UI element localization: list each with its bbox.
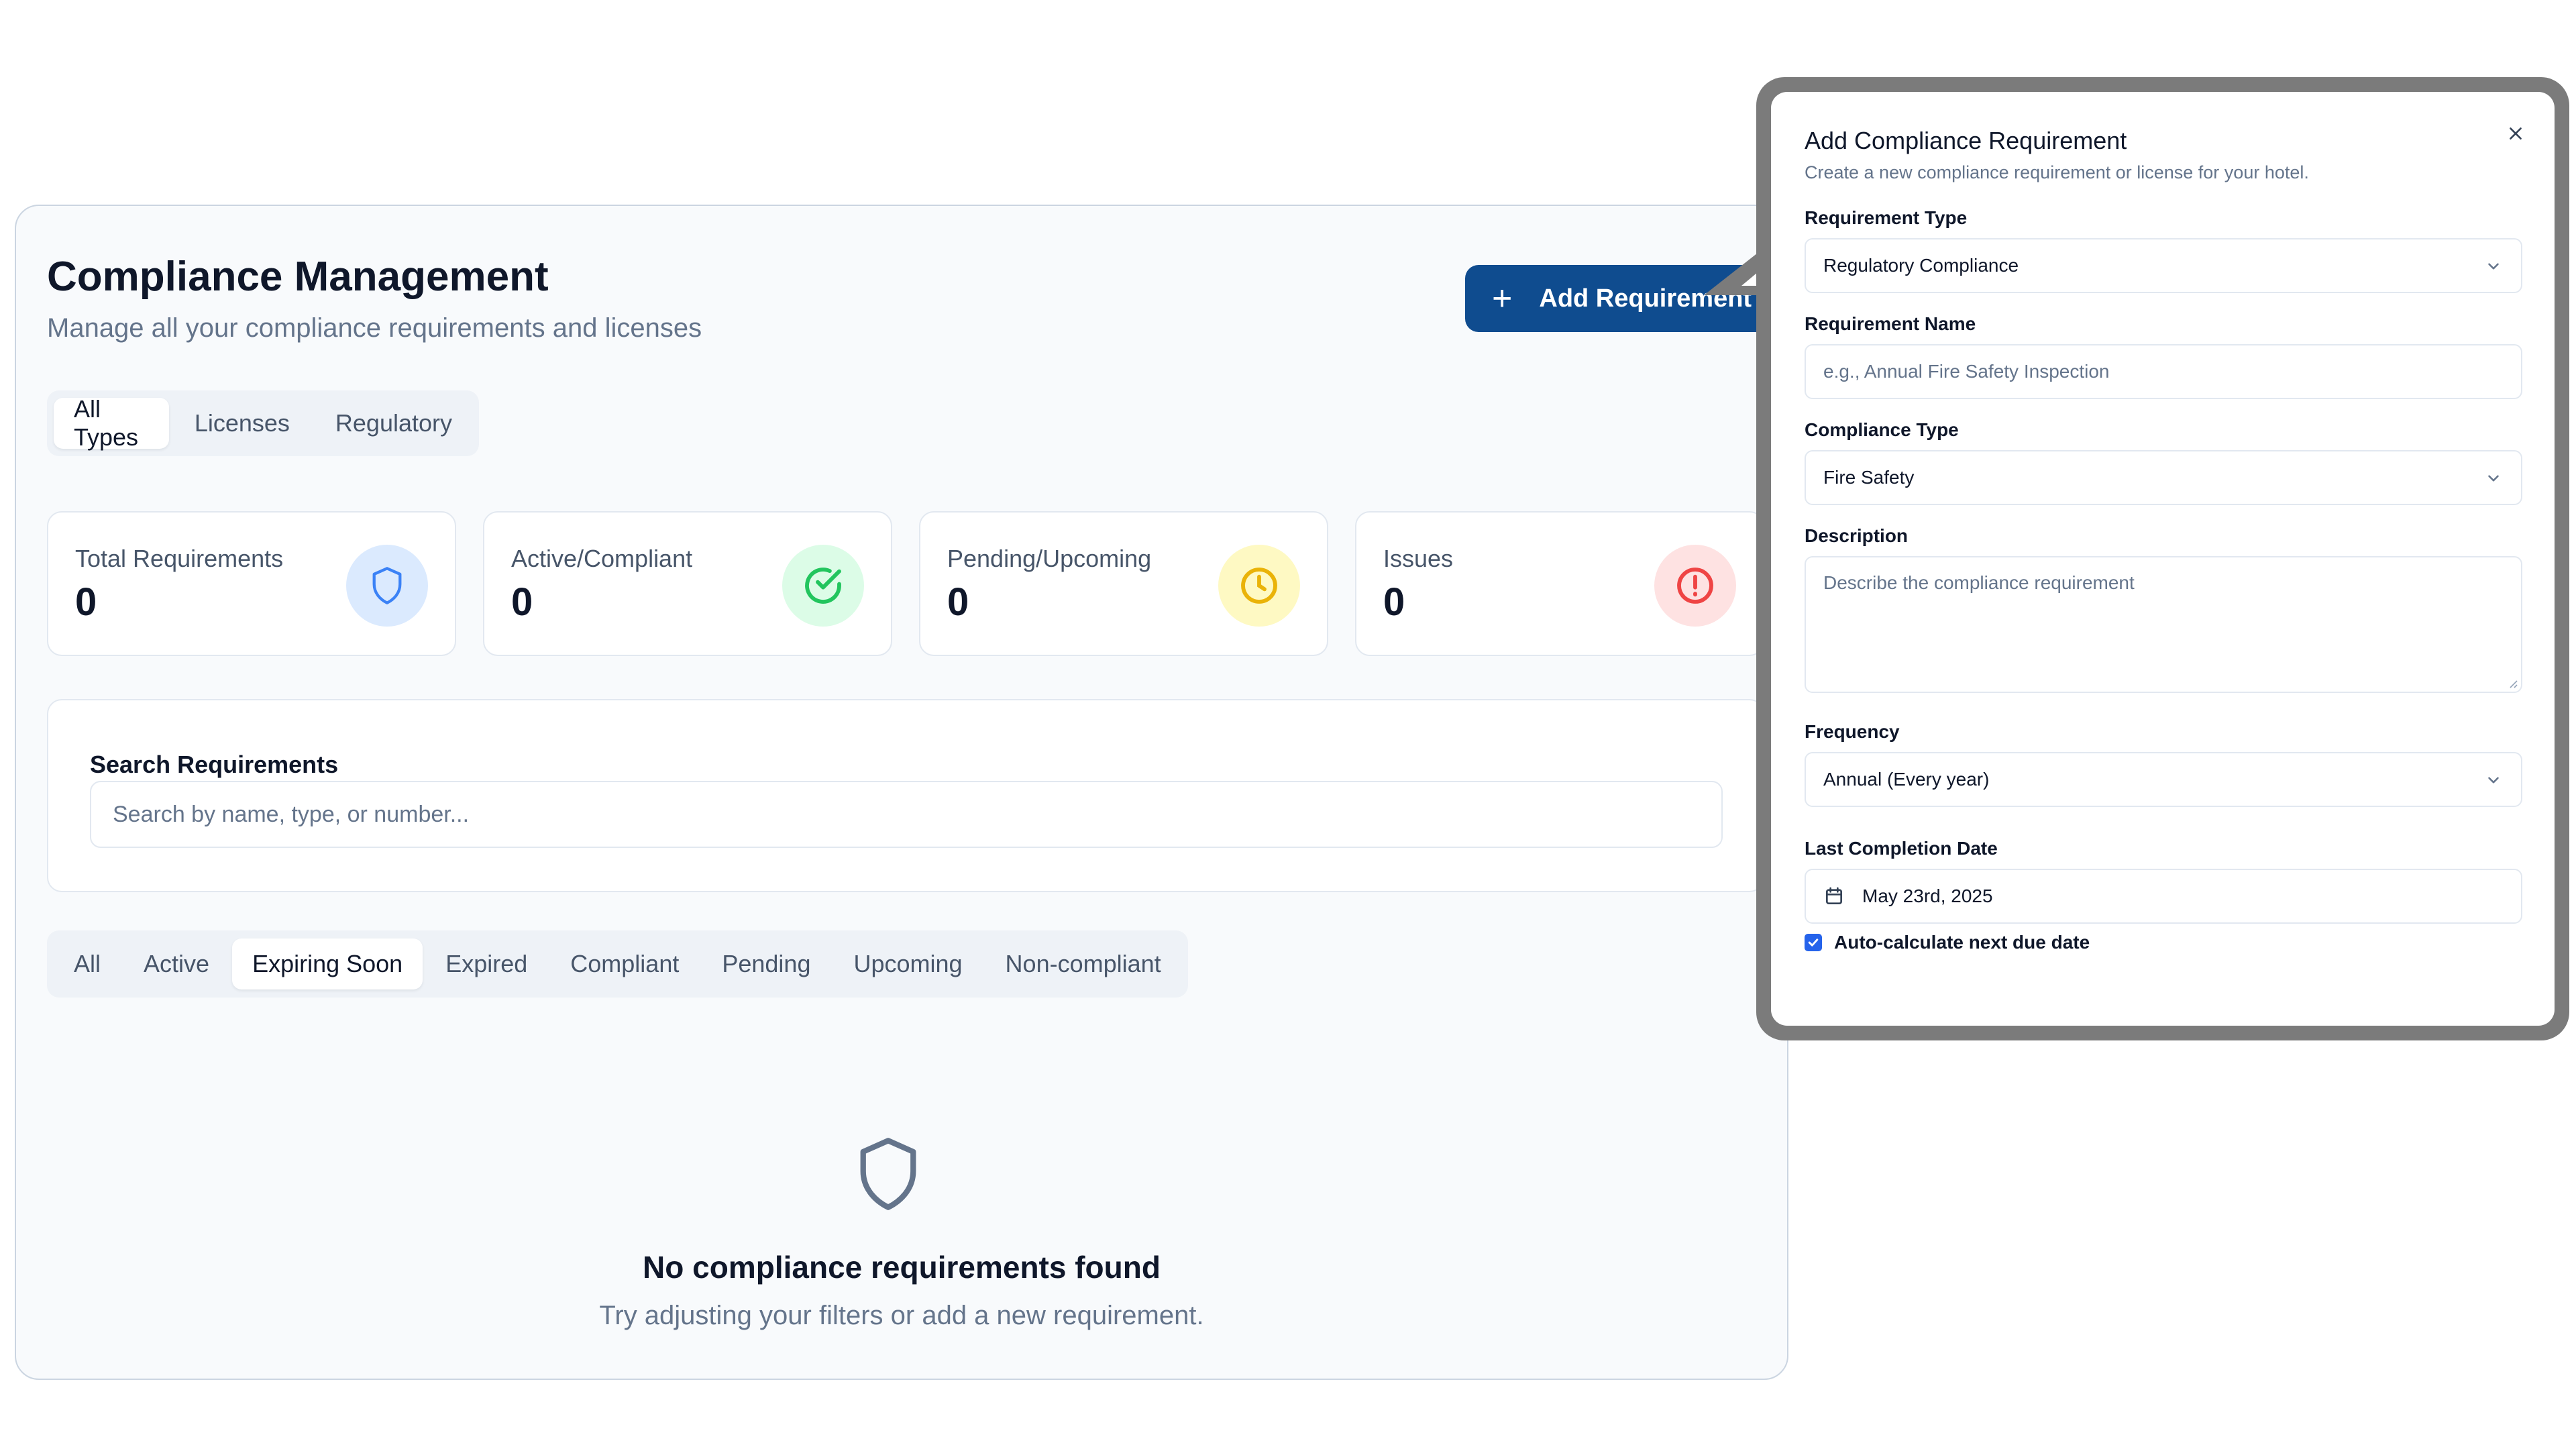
compliance-app-panel: Compliance Management Manage all your co…: [15, 205, 1788, 1380]
status-tabs: All Active Expiring Soon Expired Complia…: [47, 930, 1188, 998]
stat-card-issues: Issues 0: [1355, 511, 1764, 656]
shield-icon: [346, 545, 428, 627]
compliance-type-label: Compliance Type: [1805, 419, 1959, 440]
stat-card-total: Total Requirements 0: [47, 511, 456, 656]
auto-calculate-row: Auto-calculate next due date: [1805, 932, 2090, 953]
search-input[interactable]: [90, 781, 1723, 848]
stat-label: Issues: [1383, 545, 1454, 572]
tab-expiring-soon[interactable]: Expiring Soon: [232, 938, 423, 989]
add-compliance-dialog: Add Compliance Requirement Create a new …: [1771, 92, 2555, 1026]
empty-state-title: No compliance requirements found: [643, 1250, 1161, 1285]
requirement-type-label: Requirement Type: [1805, 207, 1968, 228]
tab-licenses[interactable]: Licenses: [174, 398, 310, 449]
description-placeholder: Describe the compliance requirement: [1823, 572, 2135, 593]
description-label: Description: [1805, 525, 1909, 546]
check-circle-icon: [782, 545, 864, 627]
stat-value: 0: [75, 580, 97, 624]
tab-all[interactable]: All: [54, 938, 121, 989]
frequency-select[interactable]: Annual (Every year): [1805, 752, 2522, 807]
requirement-type-value: Regulatory Compliance: [1823, 255, 2019, 276]
compliance-type-value: Fire Safety: [1823, 467, 1915, 488]
tab-pending[interactable]: Pending: [702, 938, 830, 989]
tab-non-compliant[interactable]: Non-compliant: [985, 938, 1181, 989]
last-completion-value: May 23rd, 2025: [1862, 885, 1993, 906]
resize-handle-icon[interactable]: [2506, 677, 2518, 689]
dialog-frame: Add Compliance Requirement Create a new …: [1756, 77, 2569, 1040]
stat-label: Active/Compliant: [511, 545, 693, 572]
plus-icon: +: [1492, 279, 1513, 318]
stat-label: Pending/Upcoming: [947, 545, 1152, 572]
dialog-description: Create a new compliance requirement or l…: [1805, 162, 2309, 182]
requirement-name-placeholder: e.g., Annual Fire Safety Inspection: [1823, 361, 2110, 382]
page-title: Compliance Management: [47, 254, 549, 300]
chevron-down-icon: [2488, 263, 2499, 270]
requirement-name-input[interactable]: e.g., Annual Fire Safety Inspection: [1805, 344, 2522, 399]
description-textarea[interactable]: Describe the compliance requirement: [1805, 556, 2522, 693]
type-tabs: All Types Licenses Regulatory: [47, 390, 479, 456]
auto-calculate-checkbox[interactable]: [1805, 934, 1822, 951]
tab-upcoming[interactable]: Upcoming: [833, 938, 982, 989]
tab-regulatory[interactable]: Regulatory: [315, 398, 472, 449]
search-label: Search Requirements: [90, 751, 339, 778]
tab-all-types[interactable]: All Types: [54, 395, 169, 451]
stat-card-pending: Pending/Upcoming 0: [919, 511, 1328, 656]
compliance-type-select[interactable]: Fire Safety: [1805, 450, 2522, 505]
stat-value: 0: [511, 580, 533, 624]
frequency-value: Annual (Every year): [1823, 769, 1990, 790]
tab-expired[interactable]: Expired: [425, 938, 547, 989]
tab-active[interactable]: Active: [123, 938, 229, 989]
empty-state-subtitle: Try adjusting your filters or add a new …: [599, 1301, 1204, 1330]
last-completion-label: Last Completion Date: [1805, 838, 1998, 859]
dialog-title: Add Compliance Requirement: [1805, 127, 2127, 154]
stat-value: 0: [947, 580, 969, 624]
last-completion-date-picker[interactable]: May 23rd, 2025: [1805, 869, 2522, 924]
shield-icon: [860, 1138, 916, 1210]
requirement-type-select[interactable]: Regulatory Compliance: [1805, 238, 2522, 293]
page-subtitle: Manage all your compliance requirements …: [47, 313, 702, 343]
stat-card-active: Active/Compliant 0: [483, 511, 892, 656]
frequency-label: Frequency: [1805, 721, 1900, 742]
alert-circle-icon: [1654, 545, 1736, 627]
calendar-icon: [1826, 887, 1842, 904]
search-card: Search Requirements: [47, 699, 1764, 892]
tab-compliant[interactable]: Compliant: [550, 938, 699, 989]
stat-value: 0: [1383, 580, 1405, 624]
requirement-name-label: Requirement Name: [1805, 313, 1976, 334]
auto-calculate-label: Auto-calculate next due date: [1834, 932, 2090, 953]
chevron-down-icon: [2488, 777, 2499, 784]
chevron-down-icon: [2488, 475, 2499, 482]
clock-icon: [1218, 545, 1300, 627]
close-icon[interactable]: [2501, 119, 2530, 148]
stat-label: Total Requirements: [75, 545, 284, 572]
